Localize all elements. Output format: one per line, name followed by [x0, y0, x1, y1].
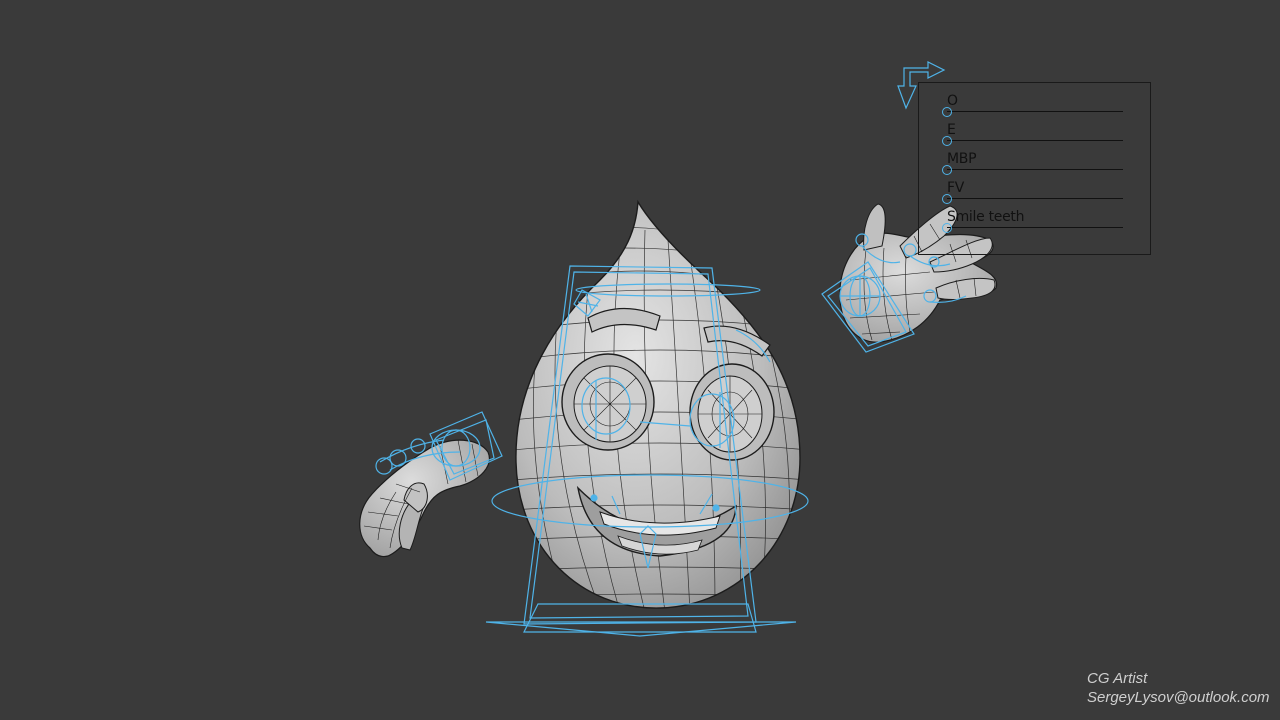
slider-track[interactable] — [947, 198, 1123, 199]
left-hand-mesh[interactable] — [359, 439, 490, 558]
slider-track[interactable] — [947, 169, 1123, 170]
slider-label: FV — [947, 180, 965, 196]
slider-mbp[interactable]: MBP — [942, 149, 1123, 175]
slider-handle[interactable] — [942, 136, 952, 146]
slider-track[interactable] — [947, 111, 1123, 112]
credit-email: SergeyLysov@outlook.com — [1087, 689, 1270, 706]
slider-smile-teeth[interactable]: Smile teeth — [942, 207, 1123, 233]
slider-handle[interactable] — [942, 165, 952, 175]
slider-handle[interactable] — [942, 107, 952, 117]
slider-track[interactable] — [947, 140, 1123, 141]
slider-label: MBP — [947, 151, 977, 167]
slider-handle[interactable] — [942, 194, 952, 204]
morph-targets-panel: O E MBP FV Smile teeth — [918, 82, 1151, 255]
slider-label: Smile teeth — [947, 209, 1025, 225]
credit-role: CG Artist — [1087, 670, 1148, 687]
slider-fv[interactable]: FV — [942, 178, 1123, 204]
slider-o[interactable]: O — [942, 91, 1123, 117]
slider-track[interactable] — [947, 227, 1123, 228]
slider-e[interactable]: E — [942, 120, 1123, 146]
slider-handle[interactable] — [942, 223, 952, 233]
